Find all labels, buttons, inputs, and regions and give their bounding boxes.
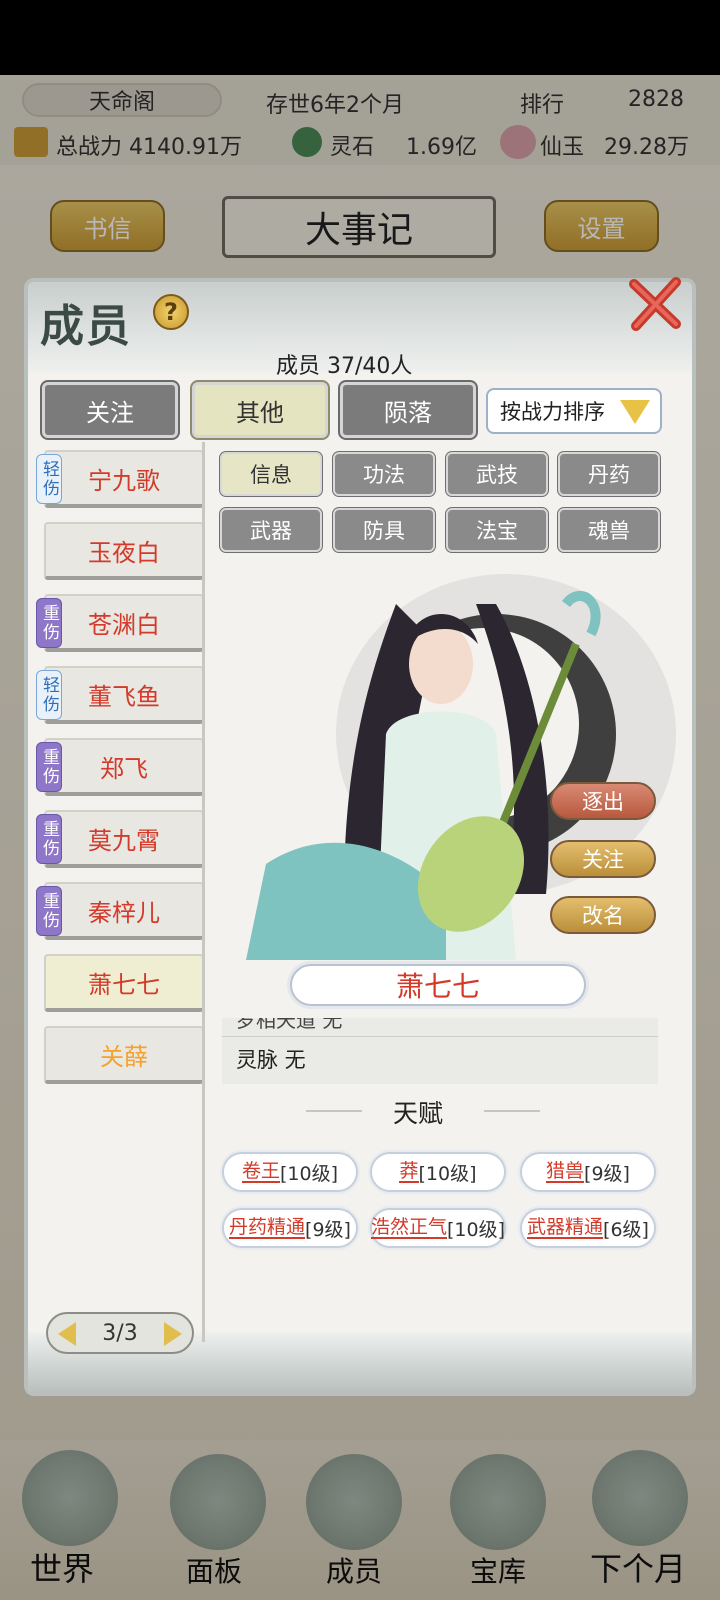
talent-level: [10级]: [418, 1162, 477, 1185]
talent-level: [6级]: [603, 1218, 649, 1241]
status-badge: 轻伤: [36, 670, 62, 720]
page-indicator: 3/3: [102, 1320, 138, 1346]
subtab-pills[interactable]: 丹药: [558, 452, 660, 496]
talent-title: 天赋: [392, 1099, 443, 1128]
member-item[interactable]: 重伤 莫九霄: [36, 810, 204, 868]
subtab-armor[interactable]: 防具: [333, 508, 435, 552]
member-name: 秦梓儿: [88, 898, 160, 927]
talent-chip[interactable]: 丹药精通 [9级]: [222, 1208, 358, 1248]
pager: 3/3: [46, 1312, 194, 1354]
talent-level: [9级]: [584, 1162, 630, 1185]
talent-name: 武器精通: [527, 1216, 604, 1239]
info-separator: [222, 1036, 658, 1037]
status-badge: 重伤: [36, 814, 62, 864]
talent-name: 莽: [399, 1160, 419, 1183]
talent-chip[interactable]: 莽 [10级]: [370, 1152, 506, 1192]
talent-name: 卷王: [241, 1160, 280, 1183]
status-badge: 轻伤: [36, 454, 62, 504]
info-row-cut: 罗相天道 无: [236, 1018, 343, 1032]
status-badge: 重伤: [36, 886, 62, 936]
spirit-vein-row: 灵脉 无: [236, 1048, 306, 1072]
talent-level: [9级]: [305, 1218, 351, 1241]
talent-chip[interactable]: 武器精通 [6级]: [520, 1208, 656, 1248]
talent-chip[interactable]: 卷王 [10级]: [222, 1152, 358, 1192]
member-count: 成员 37/40人: [276, 354, 413, 379]
member-name: 莫九霄: [88, 826, 160, 855]
member-name: 苍渊白: [88, 610, 160, 639]
talent-level: [10级]: [447, 1218, 506, 1241]
member-item[interactable]: 重伤 郑飞: [36, 738, 204, 796]
subtab-skills[interactable]: 功法: [333, 452, 435, 496]
tab-follow[interactable]: 关注: [42, 382, 178, 438]
prev-page-icon[interactable]: [58, 1322, 76, 1346]
member-name: 董飞鱼: [88, 682, 160, 711]
talent-name: 浩然正气: [370, 1216, 447, 1239]
tab-other[interactable]: 其他: [192, 382, 328, 438]
members-modal: 成员 ? 成员 37/40人 关注 其他 陨落 按战力排序 轻伤 宁九歌 玉夜白…: [28, 277, 692, 1392]
member-item[interactable]: 关薛: [44, 1026, 204, 1084]
dropdown-triangle-icon: [620, 400, 650, 424]
subtab-artifact[interactable]: 法宝: [446, 508, 548, 552]
sort-dropdown[interactable]: 按战力排序: [486, 388, 662, 434]
info-panel: 罗相天道 无 灵脉 无: [222, 1018, 658, 1084]
status-badge: 重伤: [36, 598, 62, 648]
talent-level: [10级]: [280, 1162, 339, 1185]
follow-button[interactable]: 关注: [550, 840, 656, 878]
selected-member-name: 萧七七: [290, 964, 586, 1006]
close-icon[interactable]: [626, 274, 686, 334]
status-bar: [0, 0, 720, 75]
subtab-beast[interactable]: 魂兽: [558, 508, 660, 552]
member-name: 宁九歌: [88, 466, 160, 495]
subtab-weapon[interactable]: 武器: [220, 508, 322, 552]
member-name: 玉夜白: [88, 538, 160, 567]
modal-title: 成员: [40, 301, 132, 352]
member-name: 郑飞: [100, 754, 148, 783]
sort-label: 按战力排序: [500, 400, 605, 424]
help-icon[interactable]: ?: [153, 294, 189, 330]
member-item[interactable]: 重伤 苍渊白: [36, 594, 204, 652]
next-page-icon[interactable]: [164, 1322, 182, 1346]
member-name: 萧七七: [88, 970, 160, 999]
list-divider: [202, 442, 205, 1342]
member-item[interactable]: 轻伤 董飞鱼: [36, 666, 204, 724]
member-item[interactable]: 玉夜白: [44, 522, 204, 580]
talent-name: 丹药精通: [229, 1216, 306, 1239]
tab-fallen[interactable]: 陨落: [340, 382, 476, 438]
talent-chip[interactable]: 浩然正气 [10级]: [370, 1208, 506, 1248]
member-item[interactable]: 轻伤 宁九歌: [36, 450, 204, 508]
member-list: 轻伤 宁九歌 玉夜白 重伤 苍渊白 轻伤 董飞鱼 重伤 郑飞 重伤 莫九霄 重伤…: [30, 444, 204, 1304]
member-name: 关薛: [100, 1042, 148, 1071]
talent-title-deco-right: [484, 1110, 540, 1112]
member-item-selected[interactable]: 萧七七: [44, 954, 204, 1012]
talent-chip[interactable]: 猎兽 [9级]: [520, 1152, 656, 1192]
subtab-martial[interactable]: 武技: [446, 452, 548, 496]
member-item[interactable]: 重伤 秦梓儿: [36, 882, 204, 940]
subtab-info[interactable]: 信息: [220, 452, 322, 496]
status-badge: 重伤: [36, 742, 62, 792]
talent-name: 猎兽: [546, 1160, 585, 1183]
expel-button[interactable]: 逐出: [550, 782, 656, 820]
rename-button[interactable]: 改名: [550, 896, 656, 934]
